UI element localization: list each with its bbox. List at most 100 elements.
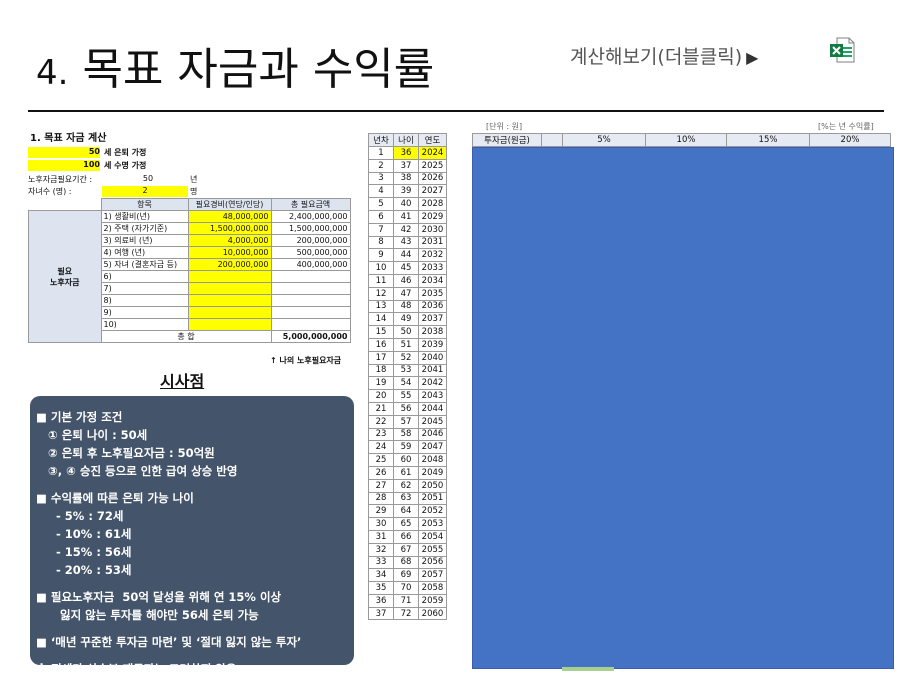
year-cell: 2032 — [418, 248, 447, 263]
age-cell: 65 — [393, 517, 419, 531]
year-cell: 2055 — [418, 542, 447, 557]
table-row: 23 58 2046 — [368, 427, 447, 442]
hidden-results-overlay[interactable] — [472, 147, 894, 669]
year-cell: 2044 — [418, 401, 447, 416]
calc-header-item: 항목 — [100, 198, 189, 211]
insight-line: ② 은퇴 후 노후필요자금 : 50억원 — [36, 446, 215, 460]
year-cell: 2034 — [418, 273, 447, 288]
total-cell — [270, 270, 351, 283]
insight-line: ※ 전세가 상승분 재투자는 고려하지 않음. — [36, 662, 241, 676]
cost-cell[interactable] — [187, 270, 272, 283]
table-row: 26 61 2049 — [368, 465, 447, 480]
age-cell: 53 — [393, 363, 419, 378]
retire-age-value[interactable]: 50 — [28, 147, 100, 158]
table-row: 28 63 2051 — [368, 491, 447, 506]
table-row: 3 38 2026 — [368, 171, 447, 186]
year-cell: 2060 — [418, 606, 447, 621]
total-cell: 200,000,000 — [270, 234, 351, 247]
play-arrow-icon: ▶ — [746, 48, 759, 67]
year-no-cell: 18 — [368, 363, 394, 378]
table-row: 8 43 2031 — [368, 235, 447, 250]
year-no-cell: 31 — [368, 529, 394, 544]
calc-heading: 1. 목표 자금 계산 — [30, 133, 107, 144]
cost-cell[interactable] — [187, 282, 272, 295]
age-cell: 58 — [393, 427, 419, 442]
calc-blank-header — [29, 199, 102, 211]
insight-line: ① 은퇴 나이 : 50세 — [36, 428, 148, 442]
age-table-header: 년차 나이 연도 — [368, 133, 447, 147]
total-cell — [270, 318, 351, 331]
year-cell: 2054 — [418, 529, 447, 544]
year-cell: 2038 — [418, 325, 447, 339]
calc-link[interactable]: 계산해보기(더블클릭) ▶ — [570, 42, 758, 69]
age-cell: 56 — [393, 401, 419, 416]
rate-unit-label: [%는 년 수익률] — [818, 122, 874, 131]
age-cell: 59 — [393, 440, 419, 455]
header-blank — [541, 133, 563, 147]
year-cell: 2035 — [418, 286, 447, 301]
year-cell: 2027 — [418, 184, 447, 199]
year-no-cell: 20 — [368, 389, 394, 403]
year-cell: 2047 — [418, 440, 447, 455]
total-cell — [270, 282, 351, 295]
cost-cell[interactable]: 200,000,000 — [187, 258, 272, 271]
year-no-cell: 29 — [368, 504, 394, 519]
period-label: 노후자금필요기간 : — [28, 175, 93, 184]
year-cell: 2029 — [418, 209, 447, 224]
cost-cell[interactable]: 10,000,000 — [187, 246, 272, 259]
age-cell: 71 — [393, 593, 419, 608]
age-cell: 52 — [393, 350, 419, 365]
insight-line: ■ 수익률에 따른 은퇴 가능 나이 — [36, 491, 194, 505]
year-cell: 2056 — [418, 555, 447, 570]
year-cell: 2026 — [418, 171, 447, 186]
year-cell: 2024 — [418, 146, 447, 160]
table-row: 7 42 2030 — [368, 222, 447, 237]
year-cell: 2051 — [418, 491, 447, 506]
children-value[interactable]: 2 — [102, 186, 188, 197]
insight-line: ■ ‘매년 꾸준한 투자금 마련’ 및 ‘절대 잃지 않는 투자’ — [36, 635, 302, 649]
item-cell: 4) 여행 (년) — [100, 246, 189, 259]
table-row: 32 67 2055 — [368, 542, 447, 557]
excel-icon[interactable] — [829, 36, 855, 64]
year-cell: 2041 — [418, 363, 447, 378]
cost-cell[interactable]: 1,500,000,000 — [187, 222, 272, 235]
table-row: 11 46 2034 — [368, 273, 447, 288]
year-no-cell: 1 — [368, 146, 394, 160]
cost-cell[interactable] — [187, 294, 272, 307]
insight-line: - 15% : 56세 — [36, 545, 132, 559]
life-age-value[interactable]: 100 — [28, 160, 100, 171]
total-cell: 2,400,000,000 — [270, 210, 351, 223]
year-cell: 2046 — [418, 427, 447, 442]
item-cell: 10) — [100, 318, 189, 331]
age-cell: 62 — [393, 478, 419, 493]
year-cell: 2058 — [418, 581, 447, 595]
table-row: 33 68 2056 — [368, 555, 447, 570]
my-fund-note: ↑ 나의 노후필요자금 — [270, 356, 342, 365]
cost-cell[interactable] — [187, 306, 272, 319]
table-row: 17 52 2040 — [368, 350, 447, 365]
table-row: 31 66 2054 — [368, 529, 447, 544]
insight-line: ③, ④ 승진 등으로 인한 급여 상승 반영 — [36, 464, 238, 478]
age-cell: 45 — [393, 261, 419, 275]
table-row: 4 39 2027 — [368, 184, 447, 199]
year-cell: 2036 — [418, 299, 447, 314]
insight-spacer — [36, 579, 354, 588]
cost-cell[interactable] — [187, 318, 272, 331]
table-row: 20 55 2043 — [368, 389, 447, 403]
year-no-cell: 24 — [368, 440, 394, 455]
year-no-cell: 28 — [368, 491, 394, 506]
age-cell: 51 — [393, 337, 419, 352]
unit-label: [단위 : 원] — [486, 122, 523, 131]
age-cell: 68 — [393, 555, 419, 570]
year-no-cell: 34 — [368, 568, 394, 583]
age-cell: 72 — [393, 606, 419, 621]
table-row: 2 37 2025 — [368, 158, 447, 173]
table-row: 14 49 2037 — [368, 312, 447, 327]
cost-cell[interactable]: 48,000,000 — [187, 210, 272, 223]
year-cell: 2045 — [418, 414, 447, 429]
year-no-cell: 14 — [368, 312, 394, 327]
item-cell: 6) — [100, 270, 189, 283]
total-cell: 400,000,000 — [270, 258, 351, 271]
cost-cell[interactable]: 4,000,000 — [187, 234, 272, 247]
year-no-cell: 12 — [368, 286, 394, 301]
